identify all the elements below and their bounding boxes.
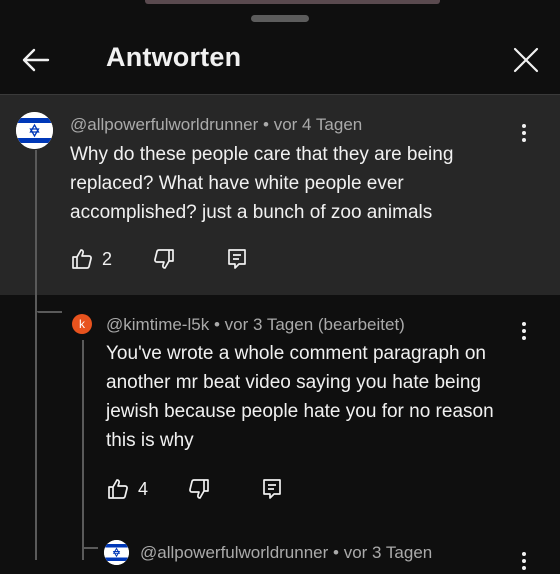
avatar[interactable]: k: [72, 314, 92, 334]
comment-line: another mr beat video saying you hate be…: [106, 372, 481, 393]
comment-line: jewish because people hate you for no re…: [106, 401, 494, 422]
thumb-up-icon: [108, 479, 128, 499]
replies-header: Antworten: [0, 24, 560, 94]
thread-branch: [84, 547, 98, 549]
meta-separator: •: [263, 115, 269, 134]
reply-button[interactable]: [260, 477, 284, 501]
more-options-icon[interactable]: [519, 320, 529, 344]
more-options-icon[interactable]: [519, 122, 529, 146]
comment-text: You've wrote a whole comment paragraph o…: [106, 339, 494, 455]
dislike-button[interactable]: [152, 247, 176, 271]
reply-comment-icon: [263, 479, 281, 499]
like-count: 2: [102, 248, 113, 269]
comment-meta: @allpowerfulworldrunner • vor 3 Tagen: [140, 543, 432, 563]
comment-author[interactable]: @allpowerfulworldrunner: [70, 115, 258, 134]
close-icon[interactable]: [510, 44, 542, 76]
comment-line: this is why: [106, 430, 194, 451]
comment-meta: @kimtime-l5k • vor 3 Tagen (bearbeitet): [106, 315, 405, 335]
comment-time: vor 4 Tagen: [273, 115, 363, 134]
comment-line: Why do these people care that they are b…: [70, 144, 454, 165]
thread-line: [35, 296, 37, 560]
comment-line: replaced? What have white people ever: [70, 173, 404, 194]
page-title: Antworten: [106, 42, 242, 72]
thread-line: [35, 150, 37, 298]
thumb-down-icon: [154, 249, 174, 269]
reply-button[interactable]: [225, 247, 249, 271]
comment-time: vor 3 Tagen (bearbeitet): [224, 315, 405, 334]
comment-text: Why do these people care that they are b…: [70, 140, 453, 227]
thumb-up-icon: [72, 249, 92, 269]
thumb-down-icon: [189, 479, 209, 499]
meta-separator: •: [333, 543, 339, 562]
like-button[interactable]: 4: [106, 477, 148, 501]
thread-line: [82, 340, 84, 560]
like-button[interactable]: 2: [70, 247, 112, 271]
like-count: 4: [138, 478, 149, 499]
israel-flag-avatar[interactable]: [16, 112, 53, 149]
comment-author[interactable]: @kimtime-l5k: [106, 315, 209, 334]
comment-meta: @allpowerfulworldrunner • vor 4 Tagen: [70, 115, 362, 135]
top-edge-strip: [0, 0, 560, 6]
drag-handle[interactable]: [251, 15, 309, 22]
israel-flag-avatar[interactable]: [104, 540, 129, 565]
comment-line: accomplished? just a bunch of zoo animal…: [70, 202, 433, 223]
comment-time: vor 3 Tagen: [343, 543, 433, 562]
parent-comment: @allpowerfulworldrunner • vor 4 Tagen Wh…: [0, 95, 560, 295]
thread-branch: [37, 311, 62, 313]
meta-separator: •: [213, 315, 220, 334]
more-options-icon[interactable]: [519, 550, 529, 574]
video-progress-strip: [145, 0, 440, 4]
dislike-button[interactable]: [187, 477, 211, 501]
comment-author[interactable]: @allpowerfulworldrunner: [140, 543, 328, 562]
reply-comment-icon: [228, 249, 246, 269]
back-arrow-icon[interactable]: [20, 44, 52, 76]
comment-line: You've wrote a whole comment paragraph o…: [106, 343, 486, 364]
